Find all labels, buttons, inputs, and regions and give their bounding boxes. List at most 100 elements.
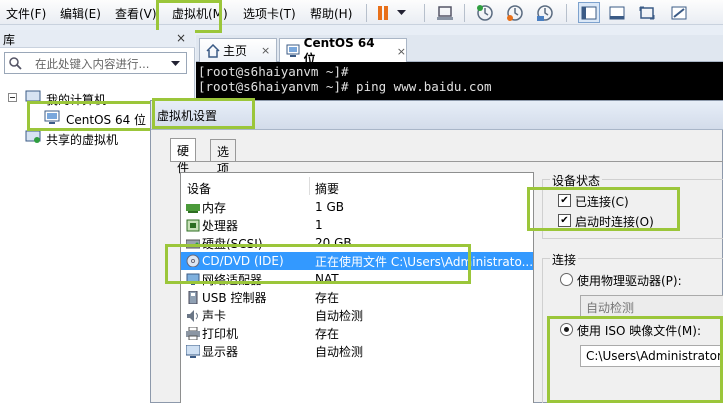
menubar: 文件(F) 编辑(E) 查看(V) 虚拟机(M) 选项卡(T) 帮助(H) — [0, 0, 723, 25]
full-screen-icon[interactable] — [606, 2, 628, 23]
unity-icon[interactable] — [668, 2, 690, 23]
hardware-summary: 正在使用文件 C:\Users\Administrato... — [315, 254, 534, 269]
network-icon — [186, 273, 200, 285]
physical-drive-label: 使用物理驱动器(P): — [577, 274, 682, 288]
hardware-row-memory[interactable]: 内存 1 GB — [181, 198, 533, 216]
tab-home[interactable]: 主页 × — [199, 38, 277, 62]
vm-console[interactable]: [root@s6haiyanvm ~]# [root@s6haiyanvm ~]… — [196, 62, 723, 102]
library-search-input[interactable]: 在此处键入内容进行... — [4, 52, 187, 74]
hardware-row-display[interactable]: 显示器 自动检测 — [181, 342, 533, 360]
hardware-summary: 1 GB — [315, 200, 344, 214]
cpu-icon — [186, 219, 200, 232]
console-view-icon[interactable] — [578, 2, 600, 23]
menu-vm[interactable]: 虚拟机(M) — [172, 5, 228, 22]
vm-icon — [44, 110, 60, 124]
vm-icon — [286, 44, 300, 57]
toolbar-separator — [366, 4, 367, 22]
shared-vm-icon — [25, 130, 41, 143]
search-placeholder: 在此处键入内容进行... — [35, 57, 150, 71]
hardware-summary: 存在 — [315, 326, 340, 341]
hardware-name: 网络适配器 — [202, 272, 263, 287]
printer-icon — [186, 327, 200, 340]
tab-hardware[interactable]: 硬件 — [170, 138, 197, 175]
snapshot-icon[interactable] — [474, 2, 496, 23]
hardware-row-sound[interactable]: 声卡 自动检测 — [181, 306, 533, 324]
hardware-summary: NAT — [315, 272, 339, 286]
tree-shared-vms[interactable]: 共享的虚拟机 — [46, 131, 118, 148]
menu-edit[interactable]: 编辑(E) — [60, 5, 101, 22]
iso-path-input[interactable]: C:\Users\Administrator\Dc — [580, 345, 723, 367]
physical-drive-radio[interactable] — [560, 273, 573, 286]
tab-options[interactable]: 选项 — [210, 139, 237, 176]
hardware-row-network[interactable]: 网络适配器 NAT — [181, 270, 533, 288]
send-keys-icon[interactable] — [434, 2, 456, 23]
menu-view[interactable]: 查看(V) — [115, 5, 157, 22]
pause-icon[interactable] — [372, 2, 394, 23]
home-icon — [206, 43, 220, 58]
hardware-summary: 存在 — [315, 290, 340, 305]
hardware-summary: 1 — [315, 218, 323, 232]
tree-vm-centos[interactable]: CentOS 64 位 — [66, 111, 146, 128]
terminal-line: [root@s6haiyanvm ~]# ping www.baidu.com — [198, 79, 492, 94]
hard-disk-icon — [186, 239, 200, 249]
connect-on-power-checkbox[interactable]: ✔ — [558, 214, 571, 227]
tab-centos[interactable]: CentOS 64 位 × — [279, 36, 407, 66]
hardware-name: 显示器 — [202, 344, 239, 359]
revert-snapshot-icon[interactable] — [504, 2, 526, 23]
connected-label: 已连接(C) — [575, 195, 629, 209]
collapse-icon[interactable] — [8, 93, 17, 102]
connected-checkbox[interactable]: ✔ — [558, 194, 571, 207]
hardware-row-cpu[interactable]: 处理器 1 — [181, 216, 533, 234]
hardware-summary: 20 GB — [315, 236, 352, 250]
dropdown-icon[interactable] — [394, 2, 408, 23]
column-divider — [309, 177, 310, 195]
hardware-name: 处理器 — [202, 218, 239, 233]
hardware-summary: 自动检测 — [315, 344, 364, 359]
iso-image-radio[interactable] — [560, 323, 573, 336]
toolbar-separator — [424, 4, 425, 22]
display-icon — [186, 345, 200, 358]
terminal-line: [root@s6haiyanvm ~]# — [198, 64, 349, 79]
chevron-down-icon[interactable] — [171, 61, 180, 67]
connection-title: 连接 — [550, 251, 579, 268]
tree-my-computer[interactable]: 我的计算机 — [46, 91, 106, 108]
search-icon — [9, 57, 22, 70]
iso-image-label: 使用 ISO 映像文件(M): — [577, 324, 701, 338]
sound-icon — [187, 310, 198, 322]
hardware-name: 硬盘(SCSI) — [202, 236, 263, 251]
hardware-name: USB 控制器 — [202, 290, 267, 305]
hardware-row-printer[interactable]: 打印机 存在 — [181, 324, 533, 342]
toolbar-separator — [464, 4, 465, 22]
dialog-titlebar[interactable]: 虚拟机设置 — [151, 101, 723, 130]
menu-help[interactable]: 帮助(H) — [310, 5, 352, 22]
menu-tabs[interactable]: 选项卡(T) — [243, 5, 296, 22]
close-icon[interactable]: × — [261, 44, 270, 57]
hardware-row-hard-disk[interactable]: 硬盘(SCSI) 20 GB — [181, 234, 533, 252]
hardware-summary: 自动检测 — [315, 308, 364, 323]
tab-divider — [170, 161, 723, 162]
column-summary: 摘要 — [315, 182, 340, 196]
vm-settings-dialog: 虚拟机设置 硬件 选项 设备 摘要 内存 1 GB 处理器 1 硬盘(SCSI)… — [150, 100, 723, 403]
library-header: 库 × — [0, 30, 195, 48]
snapshot-manager-icon[interactable] — [534, 2, 556, 23]
fit-window-icon[interactable] — [636, 2, 658, 23]
library-title: 库 — [3, 33, 16, 47]
tab-home-label: 主页 — [223, 44, 248, 58]
computer-icon — [25, 90, 41, 104]
tab-bar: 主页 × CentOS 64 位 × — [196, 35, 723, 66]
hardware-name: 声卡 — [202, 308, 227, 323]
usb-icon — [188, 291, 198, 304]
hardware-row-usb[interactable]: USB 控制器 存在 — [181, 288, 533, 306]
toolbar-separator — [566, 4, 567, 22]
memory-icon — [186, 204, 200, 213]
hardware-row-cd-dvd[interactable]: CD/DVD (IDE) 正在使用文件 C:\Users\Administrat… — [181, 252, 533, 270]
close-icon[interactable]: × — [397, 45, 406, 58]
dialog-title: 虚拟机设置 — [157, 109, 218, 123]
close-icon[interactable]: × — [176, 31, 186, 45]
physical-drive-select[interactable]: 自动检测 — [580, 295, 723, 317]
hardware-name: 内存 — [202, 200, 227, 215]
hardware-name: CD/DVD (IDE) — [202, 254, 284, 268]
menu-file[interactable]: 文件(F) — [6, 5, 46, 22]
column-device: 设备 — [187, 182, 212, 196]
device-status-title: 设备状态 — [550, 172, 603, 189]
